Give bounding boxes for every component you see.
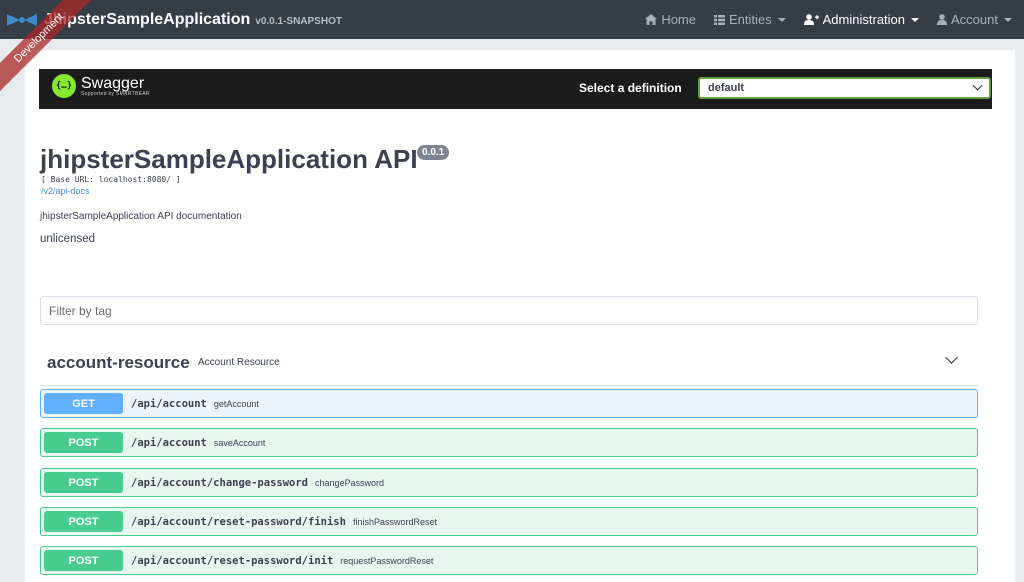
swagger-logo-icon: {…} xyxy=(52,74,76,98)
main-card: {…} Swagger Supported by SMARTBEAR Selec… xyxy=(25,50,1015,582)
nav-administration-label: Administration xyxy=(822,12,906,27)
chevron-down-icon[interactable] xyxy=(945,351,958,364)
chevron-down-icon xyxy=(911,17,920,22)
nav-account-label: Account xyxy=(951,12,998,27)
operation-summary: finishPasswordReset xyxy=(352,516,437,527)
method-badge: POST xyxy=(44,511,123,532)
api-version-badge: 0.0.1 xyxy=(417,145,450,160)
nav-home-label: Home xyxy=(661,12,696,27)
operation-summary: requestPasswordReset xyxy=(340,555,434,566)
app-name: JhipsterSampleApplication xyxy=(44,10,251,28)
brand[interactable]: JhipsterSampleApplication v0.0.1-SNAPSHO… xyxy=(6,0,342,39)
list-icon xyxy=(714,14,725,25)
api-description: jhipsterSampleApplication API documentat… xyxy=(40,211,242,222)
base-url: [ Base URL: localhost:8080/ ] xyxy=(41,175,181,184)
swagger-topbar: {…} Swagger Supported by SMARTBEAR Selec… xyxy=(39,69,992,109)
operation-path: /api/account/reset-password/init xyxy=(131,554,334,567)
operation-path: /api/account xyxy=(131,397,207,410)
nav-administration[interactable]: Administration xyxy=(803,12,920,27)
swagger-logo[interactable]: {…} Swagger Supported by SMARTBEAR xyxy=(52,74,150,98)
operation-save-account[interactable]: POST /api/account saveAccount xyxy=(40,428,978,457)
swagger-logo-subtitle: Supported by SMARTBEAR xyxy=(81,90,150,97)
jhipster-logo-icon xyxy=(7,13,37,26)
chevron-down-icon xyxy=(972,80,983,91)
definition-select-label: Select a definition xyxy=(579,81,682,95)
api-license: unlicensed xyxy=(40,233,95,245)
swagger-logo-title: Swagger xyxy=(81,74,145,92)
nav-home[interactable]: Home xyxy=(645,12,696,27)
method-badge: POST xyxy=(44,550,123,571)
nav-entities[interactable]: Entities xyxy=(714,12,786,27)
chevron-down-icon xyxy=(1004,17,1012,22)
nav-entities-label: Entities xyxy=(729,12,772,27)
operation-path: /api/account/reset-password/finish xyxy=(131,515,346,528)
operation-summary: changePassword xyxy=(315,477,385,488)
chevron-down-icon xyxy=(777,17,786,22)
operation-summary: saveAccount xyxy=(213,437,266,448)
definition-select[interactable]: default xyxy=(698,77,991,99)
tag-description: Account Resource xyxy=(198,357,280,368)
operation-request-password-reset[interactable]: POST /api/account/reset-password/init re… xyxy=(40,546,978,575)
operation-finish-password-reset[interactable]: POST /api/account/reset-password/finish … xyxy=(40,507,978,536)
method-badge: POST xyxy=(44,432,123,453)
swagger-logo-text: Swagger Supported by SMARTBEAR xyxy=(81,74,150,97)
user-plus-icon xyxy=(803,14,819,25)
operation-path: /api/account xyxy=(131,436,207,449)
api-title: jhipsterSampleApplication API xyxy=(40,144,418,174)
filter-by-tag-input[interactable] xyxy=(40,296,978,325)
tag-name: account-resource xyxy=(47,353,190,372)
operation-path: /api/account/change-password xyxy=(131,476,309,489)
nav-menu: Home Entities Administration Account xyxy=(627,0,1012,39)
operation-change-password[interactable]: POST /api/account/change-password change… xyxy=(40,468,978,497)
operation-get-account[interactable]: GET /api/account getAccount xyxy=(40,389,978,418)
app-version: v0.0.1-SNAPSHOT xyxy=(255,15,342,27)
tag-header-account-resource[interactable]: account-resource Account Resource xyxy=(40,340,978,386)
method-badge: GET xyxy=(44,393,123,414)
operation-summary: getAccount xyxy=(213,398,259,409)
home-icon xyxy=(645,14,658,25)
method-badge: POST xyxy=(44,472,123,493)
top-navbar: JhipsterSampleApplication v0.0.1-SNAPSHO… xyxy=(0,0,1024,39)
user-icon xyxy=(937,14,948,25)
api-docs-link[interactable]: /v2/api-docs xyxy=(41,186,90,196)
nav-account[interactable]: Account xyxy=(937,12,1012,27)
definition-select-value: default xyxy=(708,82,745,94)
